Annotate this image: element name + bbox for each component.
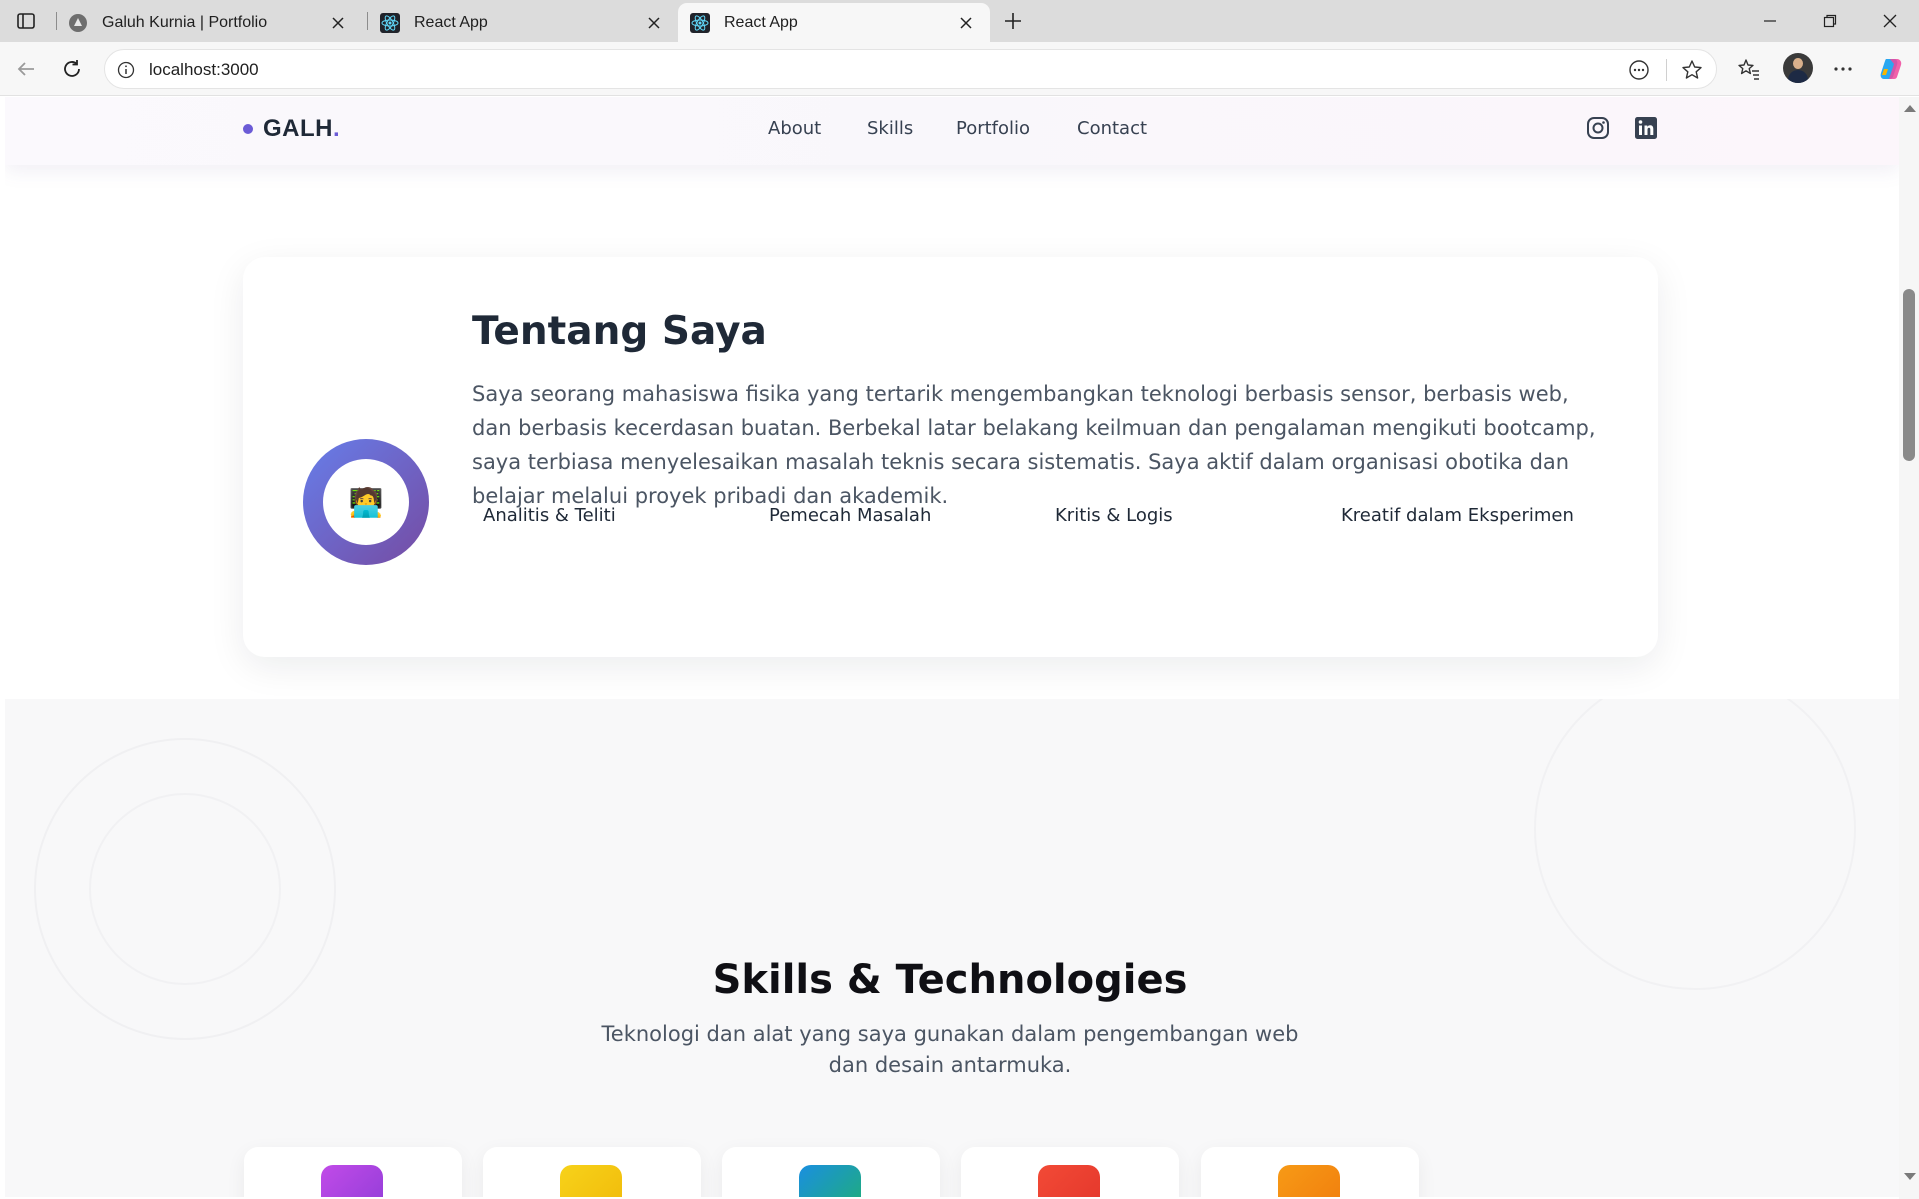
copilot-icon[interactable]	[1877, 55, 1905, 83]
instagram-icon[interactable]	[1584, 114, 1612, 142]
react-favicon-icon	[690, 12, 710, 33]
new-tab-button[interactable]	[1000, 8, 1026, 34]
close-tab-icon[interactable]	[956, 13, 976, 33]
skill-card[interactable]	[961, 1147, 1179, 1197]
toolbar-separator	[1666, 59, 1667, 81]
reading-mode-icon[interactable]	[1627, 58, 1651, 82]
tab-react-app-active[interactable]: React App	[678, 3, 990, 42]
about-card: 🧑‍💻 Tentang Saya Saya seorang mahasiswa …	[243, 257, 1658, 657]
logo-dot-icon	[243, 124, 253, 134]
nav-link-skills[interactable]: Skills	[867, 118, 913, 139]
tab-actions-icon[interactable]	[14, 9, 38, 33]
nav-link-about[interactable]: About	[768, 118, 821, 139]
site-info-icon[interactable]	[115, 59, 137, 81]
refresh-icon[interactable]	[58, 55, 86, 83]
skill-card[interactable]	[722, 1147, 940, 1197]
nav-link-portfolio[interactable]: Portfolio	[956, 118, 1030, 139]
html-icon	[1038, 1165, 1100, 1197]
nav-link-contact[interactable]: Contact	[1077, 118, 1147, 139]
site-logo[interactable]: GALH.	[243, 115, 340, 143]
scrollbar-thumb[interactable]	[1903, 289, 1915, 461]
javascript-icon	[560, 1165, 622, 1197]
about-description: Saya seorang mahasiswa fisika yang terta…	[472, 382, 1596, 508]
page-viewport: GALH. About Skills Portfolio Contact 🧑‍💻…	[5, 97, 1899, 1197]
tab-title: Galuh Kurnia | Portfolio	[102, 13, 268, 31]
scroll-up-arrow-icon[interactable]	[1904, 105, 1916, 112]
react-favicon-icon	[380, 12, 400, 33]
technologist-emoji-icon: 🧑‍💻	[323, 459, 409, 545]
trait-item: Analitis & Teliti	[483, 505, 616, 526]
favorites-icon[interactable]	[1735, 55, 1763, 83]
browser-toolbar: localhost:3000	[0, 42, 1919, 96]
trait-item: Pemecah Masalah	[769, 505, 932, 526]
logo-text: GALH	[263, 115, 333, 142]
linkedin-icon[interactable]	[1632, 114, 1660, 142]
skills-subtitle: Teknologi dan alat yang saya gunakan dal…	[601, 1022, 1299, 1077]
skill-card[interactable]	[483, 1147, 701, 1197]
close-tab-icon[interactable]	[644, 13, 664, 33]
about-title: Tentang Saya	[472, 309, 767, 354]
tab-react-app[interactable]: React App	[368, 3, 678, 42]
skill-card[interactable]	[1201, 1147, 1419, 1197]
close-window-icon[interactable]	[1877, 8, 1903, 34]
tool-icon	[1278, 1165, 1340, 1197]
skills-title: Skills & Technologies	[712, 957, 1188, 1003]
minimize-icon[interactable]	[1757, 8, 1783, 34]
restore-icon[interactable]	[1817, 8, 1843, 34]
figma-icon	[321, 1165, 383, 1197]
portfolio-favicon-icon	[68, 13, 88, 33]
url-text: localhost:3000	[149, 60, 259, 79]
page-scrollbar[interactable]	[1899, 97, 1919, 1199]
profile-avatar[interactable]	[1783, 53, 1813, 83]
skill-card[interactable]	[244, 1147, 462, 1197]
skills-section	[5, 699, 1899, 1197]
back-arrow-icon[interactable]	[12, 55, 40, 83]
trait-item: Kreatif dalam Eksperimen	[1341, 505, 1574, 526]
about-avatar-ring: 🧑‍💻	[303, 439, 429, 565]
trait-item: Kritis & Logis	[1055, 505, 1173, 526]
tab-title: React App	[724, 13, 798, 31]
favorite-star-icon[interactable]	[1680, 58, 1704, 82]
logo-period: .	[333, 115, 341, 142]
tab-portfolio[interactable]: Galuh Kurnia | Portfolio	[56, 3, 362, 42]
python-icon	[799, 1165, 861, 1197]
scroll-down-arrow-icon[interactable]	[1904, 1173, 1916, 1180]
more-options-icon[interactable]	[1829, 55, 1857, 83]
address-bar[interactable]: localhost:3000	[104, 49, 1717, 89]
tab-title: React App	[414, 13, 488, 31]
close-tab-icon[interactable]	[328, 13, 348, 33]
site-navbar: GALH. About Skills Portfolio Contact	[5, 97, 1899, 165]
browser-tab-bar: Galuh Kurnia | Portfolio React App React…	[0, 0, 1919, 42]
skills-background-pattern	[34, 699, 1856, 1040]
